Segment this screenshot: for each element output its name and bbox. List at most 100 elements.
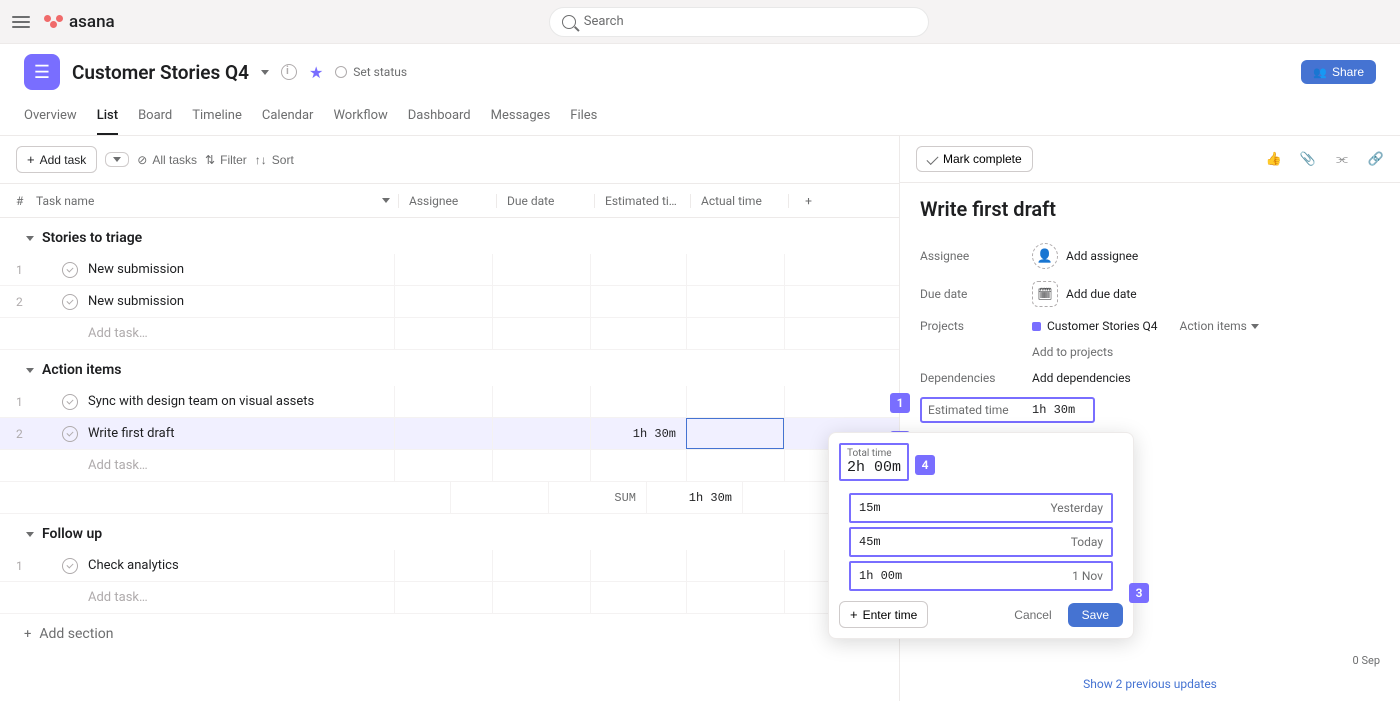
add-task-inline[interactable]: Add task… <box>0 582 899 614</box>
filter-icon: ⇅ <box>205 153 215 167</box>
callout-badge-3: 3 <box>1129 583 1149 603</box>
tab-list[interactable]: List <box>97 100 118 135</box>
task-row[interactable]: 1Sync with design team on visual assets <box>0 386 899 418</box>
status-circle-icon <box>335 66 347 78</box>
project-section-dropdown[interactable]: Action items <box>1180 319 1259 333</box>
col-actual-time[interactable]: Actual time <box>690 194 788 208</box>
attachment-icon[interactable]: 📎 <box>1300 151 1316 167</box>
tab-dashboard[interactable]: Dashboard <box>408 100 471 135</box>
people-icon: 👥 <box>1313 66 1327 79</box>
add-column-button[interactable]: + <box>788 194 828 208</box>
asana-logo[interactable]: asana <box>44 12 115 32</box>
star-icon[interactable]: ★ <box>309 63 323 82</box>
add-to-projects-button[interactable]: Add to projects <box>1032 345 1113 359</box>
check-circle-icon: ⊘ <box>137 153 147 167</box>
triangle-icon <box>26 532 34 537</box>
total-time-display: Total time 2h 00m <box>839 443 909 481</box>
tab-workflow[interactable]: Workflow <box>333 100 387 135</box>
projects-label: Projects <box>920 319 1032 333</box>
task-row[interactable]: 2New submission <box>0 286 899 318</box>
tab-overview[interactable]: Overview <box>24 100 77 135</box>
assignee-field[interactable]: 👤 Add assignee <box>1032 243 1138 269</box>
search-icon <box>562 15 576 29</box>
chevron-down-icon[interactable] <box>261 70 269 75</box>
complete-check-icon[interactable] <box>62 262 78 278</box>
project-tabs: Overview List Board Timeline Calendar Workflo… <box>24 100 1376 135</box>
filter-button[interactable]: ⇅Filter <box>205 153 247 167</box>
complete-check-icon[interactable] <box>62 294 78 310</box>
cancel-button[interactable]: Cancel <box>1006 603 1059 627</box>
created-date: 0 Sep <box>1353 654 1380 667</box>
dependencies-label: Dependencies <box>920 371 1032 385</box>
triangle-icon <box>26 236 34 241</box>
col-number: # <box>16 194 36 208</box>
section-header[interactable]: Stories to triage <box>0 218 899 254</box>
section-header[interactable]: Follow up <box>0 514 899 550</box>
task-row[interactable]: 1Check analytics <box>0 550 899 582</box>
complete-check-icon[interactable] <box>62 426 78 442</box>
col-estimated-time[interactable]: Estimated ti… <box>594 194 690 208</box>
complete-check-icon[interactable] <box>62 394 78 410</box>
due-date-field[interactable]: 🗓 Add due date <box>1032 281 1137 307</box>
assignee-label: Assignee <box>920 249 1032 263</box>
tab-board[interactable]: Board <box>138 100 172 135</box>
info-icon[interactable] <box>281 64 297 80</box>
link-icon[interactable]: 🔗 <box>1368 151 1384 167</box>
callout-badge-4: 4 <box>915 455 935 475</box>
col-due-date[interactable]: Due date <box>496 194 594 208</box>
actual-time-popover: Total time 2h 00m 4 15mYesterday 45mToday… <box>828 432 1134 639</box>
time-entry[interactable]: 15mYesterday <box>849 493 1113 523</box>
global-search[interactable]: Search <box>549 7 929 37</box>
task-detail-pane: Mark complete 👍 📎 ⫘ 🔗 Write first draft … <box>900 136 1400 701</box>
project-icon: ☰ <box>24 54 60 90</box>
triangle-icon <box>26 368 34 373</box>
all-tasks-filter[interactable]: ⊘All tasks <box>137 153 197 167</box>
project-chip[interactable]: Customer Stories Q4 <box>1032 319 1158 333</box>
menu-icon[interactable] <box>12 13 30 31</box>
tab-messages[interactable]: Messages <box>491 100 551 135</box>
task-row[interactable]: 1New submission <box>0 254 899 286</box>
topbar: asana Search <box>0 0 1400 44</box>
task-row[interactable]: 2Write first draft1h 30m <box>0 418 899 450</box>
enter-time-button[interactable]: +Enter time <box>839 601 928 628</box>
add-task-inline[interactable]: Add task… <box>0 450 899 482</box>
dependencies-field[interactable]: Add dependencies <box>1032 371 1131 385</box>
add-section-button[interactable]: +Add section <box>0 614 899 654</box>
add-task-inline[interactable]: Add task… <box>0 318 899 350</box>
project-title: Customer Stories Q4 <box>72 61 249 84</box>
mark-complete-button[interactable]: Mark complete <box>916 146 1033 172</box>
sort-icon: ↑↓ <box>255 153 267 167</box>
like-icon[interactable]: 👍 <box>1266 151 1282 167</box>
person-icon: 👤 <box>1032 243 1058 269</box>
time-entry[interactable]: 1h 00m1 Nov <box>849 561 1113 591</box>
task-list: +Add task ⊘All tasks ⇅Filter ↑↓Sort # Ta… <box>0 136 900 701</box>
calendar-icon: 🗓 <box>1032 281 1058 307</box>
due-date-label: Due date <box>920 287 1032 301</box>
list-toolbar: +Add task ⊘All tasks ⇅Filter ↑↓Sort <box>0 136 899 184</box>
tab-calendar[interactable]: Calendar <box>262 100 314 135</box>
save-button[interactable]: Save <box>1068 603 1123 627</box>
add-task-dropdown[interactable] <box>105 152 129 167</box>
estimated-time-field[interactable]: 1h 30m <box>1032 403 1075 417</box>
task-title[interactable]: Write first draft <box>920 197 1380 221</box>
sort-button[interactable]: ↑↓Sort <box>255 153 294 167</box>
col-task-name[interactable]: Task name <box>36 194 398 208</box>
search-placeholder: Search <box>584 14 624 29</box>
complete-check-icon[interactable] <box>62 558 78 574</box>
set-status-button[interactable]: Set status <box>335 65 407 79</box>
chevron-down-icon <box>382 198 390 203</box>
time-entry[interactable]: 45mToday <box>849 527 1113 557</box>
share-button[interactable]: 👥 Share <box>1301 60 1376 84</box>
project-header: ☰ Customer Stories Q4 ★ Set status 👥 Sha… <box>0 44 1400 136</box>
estimated-time-label: Estimated time <box>928 403 1032 417</box>
column-headers: # Task name Assignee Due date Estimated … <box>0 184 899 218</box>
tab-timeline[interactable]: Timeline <box>192 100 242 135</box>
col-assignee[interactable]: Assignee <box>398 194 496 208</box>
section-header[interactable]: Action items <box>0 350 899 386</box>
subtask-icon[interactable]: ⫘ <box>1334 151 1350 167</box>
add-task-button[interactable]: +Add task <box>16 146 97 173</box>
detail-toolbar: Mark complete 👍 📎 ⫘ 🔗 <box>900 136 1400 183</box>
logo-text: asana <box>69 12 115 32</box>
section-sum-row: SUM1h 30m <box>0 482 899 514</box>
tab-files[interactable]: Files <box>570 100 597 135</box>
